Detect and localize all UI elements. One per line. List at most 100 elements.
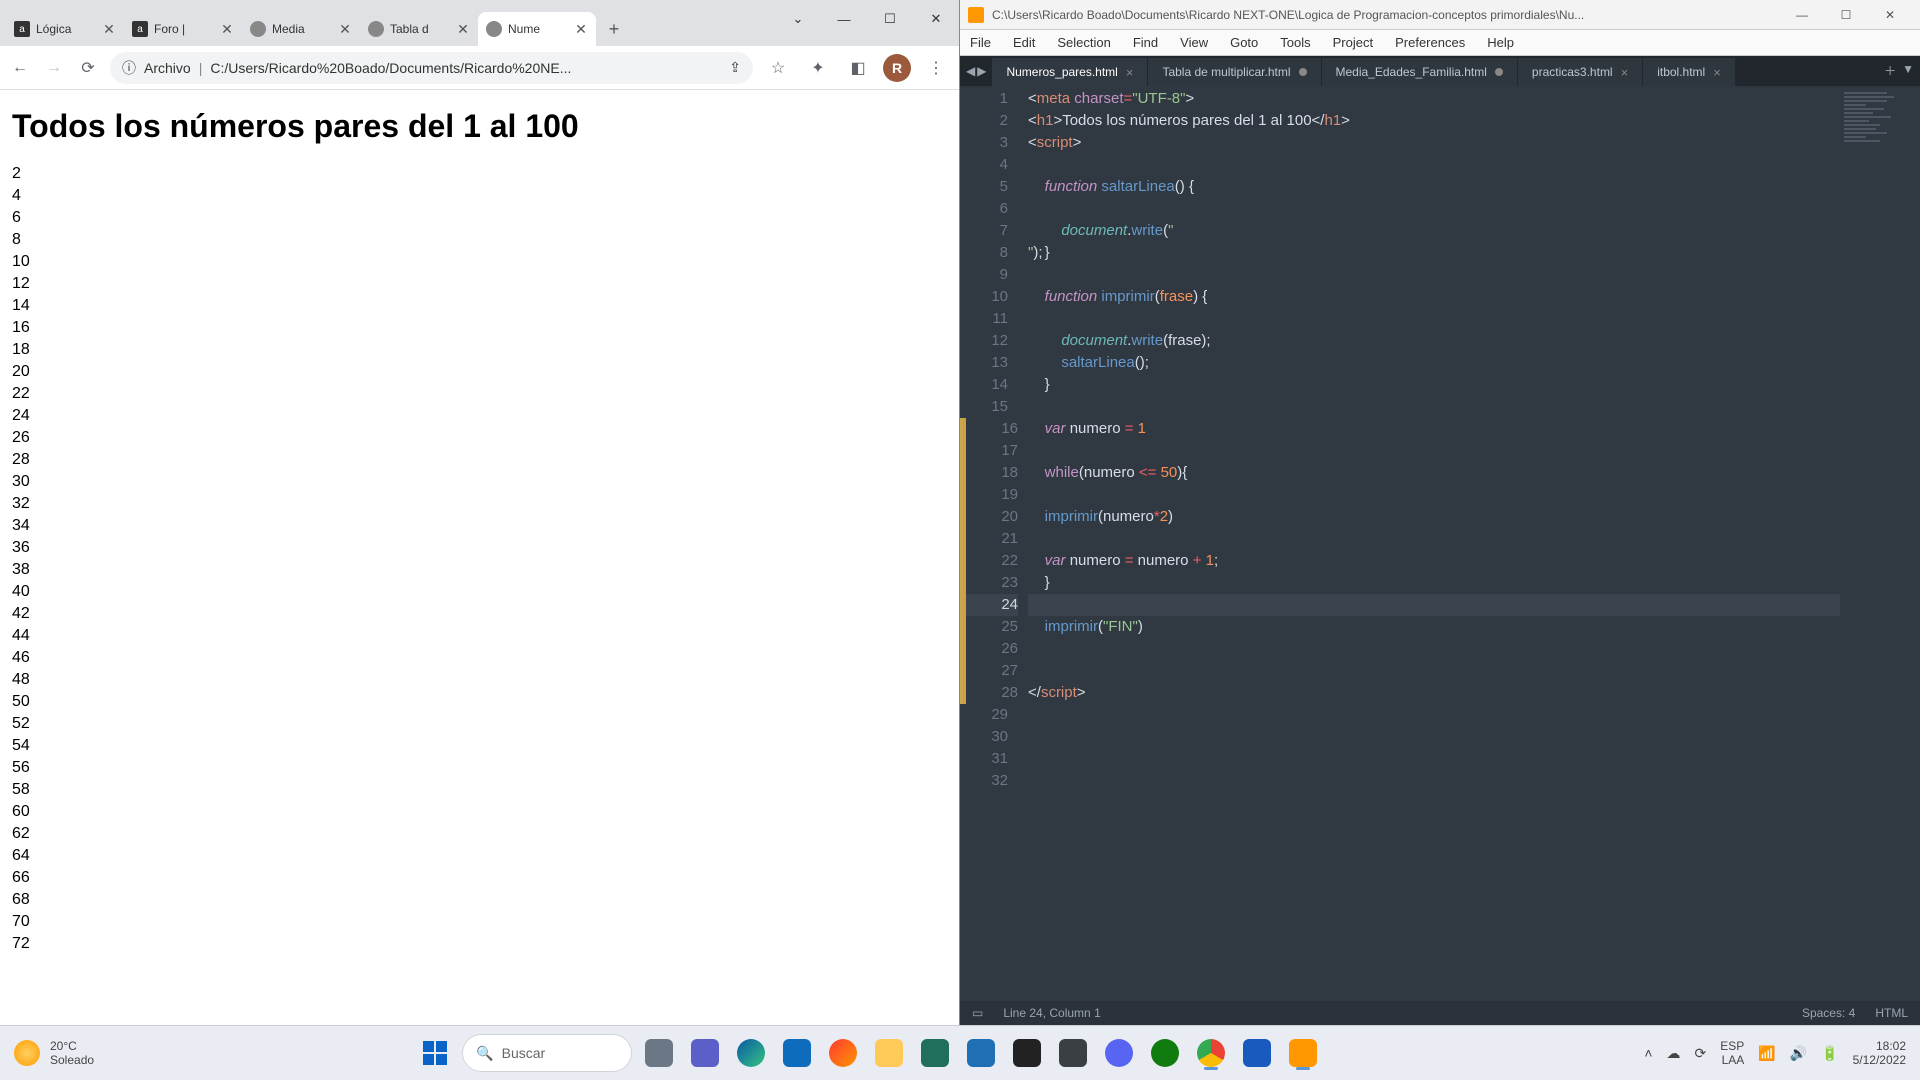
discord-icon[interactable]: [1100, 1034, 1138, 1072]
code-line[interactable]: [1028, 440, 1840, 462]
code-line[interactable]: [1028, 264, 1840, 286]
sidepanel-button[interactable]: ◧: [843, 53, 873, 83]
maximize-button[interactable]: ☐: [1824, 1, 1868, 29]
mail-icon[interactable]: [778, 1034, 816, 1072]
code-line[interactable]: </script>: [1028, 682, 1840, 704]
code-line[interactable]: imprimir(numero*2): [1028, 506, 1840, 528]
close-button[interactable]: ✕: [1868, 1, 1912, 29]
code-line[interactable]: }: [1028, 242, 1840, 264]
tab-close-icon[interactable]: ×: [1126, 65, 1134, 80]
tab-add-icon[interactable]: ＋: [1884, 62, 1896, 79]
word-icon[interactable]: [1238, 1034, 1276, 1072]
wifi-icon[interactable]: 📶: [1758, 1045, 1775, 1062]
task-view-icon[interactable]: [640, 1034, 678, 1072]
menu-item-selection[interactable]: Selection: [1057, 35, 1110, 50]
code-line[interactable]: [1028, 484, 1840, 506]
profile-avatar[interactable]: R: [883, 54, 911, 82]
app-icon-1[interactable]: [916, 1034, 954, 1072]
tray-chevron-icon[interactable]: ˄: [1644, 1045, 1652, 1061]
editor-tab[interactable]: itbol.html×: [1643, 58, 1736, 86]
minimap[interactable]: [1840, 86, 1920, 1001]
clock[interactable]: 18:025/12/2022: [1853, 1039, 1906, 1067]
code-line[interactable]: [1028, 396, 1840, 418]
minimize-button[interactable]: —: [821, 0, 867, 38]
code-line[interactable]: [1028, 154, 1840, 176]
code-line[interactable]: [1028, 638, 1840, 660]
minimize-button[interactable]: —: [1780, 1, 1824, 29]
menu-item-tools[interactable]: Tools: [1280, 35, 1310, 50]
code-line[interactable]: [1028, 308, 1840, 330]
editor-tab[interactable]: Media_Edades_Familia.html: [1322, 58, 1518, 86]
menu-item-file[interactable]: File: [970, 35, 991, 50]
taskbar-search[interactable]: 🔍 Buscar: [462, 1034, 632, 1072]
editor-area[interactable]: 1234567891011121314151617181920212223242…: [960, 86, 1920, 1001]
edge-icon[interactable]: [732, 1034, 770, 1072]
volume-icon[interactable]: 🔊: [1790, 1045, 1807, 1062]
code-line[interactable]: document.write(frase);: [1028, 330, 1840, 352]
code-line[interactable]: document.write("");: [1028, 220, 1840, 242]
code-line[interactable]: [1028, 726, 1840, 748]
updates-icon[interactable]: ⟳: [1695, 1045, 1707, 1062]
new-tab-button[interactable]: +: [600, 15, 628, 43]
calculator-icon[interactable]: [1054, 1034, 1092, 1072]
share-icon[interactable]: ⇪: [729, 59, 741, 76]
code-line[interactable]: imprimir("FIN"): [1028, 616, 1840, 638]
tab-close-icon[interactable]: ✕: [574, 21, 588, 38]
maximize-button[interactable]: ☐: [867, 0, 913, 38]
xbox-icon[interactable]: [1146, 1034, 1184, 1072]
browser-tab[interactable]: Nume✕: [478, 12, 596, 46]
onedrive-icon[interactable]: ☁: [1667, 1045, 1681, 1062]
tab-close-icon[interactable]: ✕: [338, 21, 352, 38]
address-bar[interactable]: ⓘ Archivo | C:/Users/Ricardo%20Boado/Doc…: [110, 52, 753, 84]
firefox-icon[interactable]: [824, 1034, 862, 1072]
tab-close-icon[interactable]: ×: [1713, 65, 1721, 80]
editor-tab[interactable]: Tabla de multiplicar.html: [1148, 58, 1321, 86]
menu-item-edit[interactable]: Edit: [1013, 35, 1035, 50]
sublime-taskbar-icon[interactable]: [1284, 1034, 1322, 1072]
store-icon[interactable]: [962, 1034, 1000, 1072]
code-line[interactable]: [1028, 704, 1840, 726]
menu-item-goto[interactable]: Goto: [1230, 35, 1258, 50]
browser-tab[interactable]: Tabla d✕: [360, 12, 478, 46]
menu-item-help[interactable]: Help: [1487, 35, 1514, 50]
code-line[interactable]: [1028, 594, 1840, 616]
code-line[interactable]: [1028, 770, 1840, 792]
explorer-icon[interactable]: [870, 1034, 908, 1072]
chrome-taskbar-icon[interactable]: [1192, 1034, 1230, 1072]
code-line[interactable]: }: [1028, 374, 1840, 396]
tab-close-icon[interactable]: ✕: [456, 21, 470, 38]
notion-icon[interactable]: [1008, 1034, 1046, 1072]
language-indicator[interactable]: ESPLAA: [1720, 1039, 1744, 1067]
status-syntax[interactable]: HTML: [1875, 1006, 1908, 1020]
browser-tab[interactable]: aLógica✕: [6, 12, 124, 46]
menu-item-preferences[interactable]: Preferences: [1395, 35, 1465, 50]
code-line[interactable]: while(numero <= 50){: [1028, 462, 1840, 484]
code-line[interactable]: function imprimir(frase) {: [1028, 286, 1840, 308]
forward-button[interactable]: →: [42, 56, 66, 80]
menu-button[interactable]: ⋮: [921, 53, 951, 83]
extensions-button[interactable]: ✦: [803, 53, 833, 83]
tab-menu-icon[interactable]: ▼: [1902, 62, 1914, 79]
status-spaces[interactable]: Spaces: 4: [1802, 1006, 1855, 1020]
tab-forward-icon[interactable]: ▶: [977, 64, 986, 78]
tab-back-icon[interactable]: ◀: [966, 64, 975, 78]
code-line[interactable]: saltarLinea();: [1028, 352, 1840, 374]
teams-icon[interactable]: [686, 1034, 724, 1072]
tab-close-icon[interactable]: ✕: [102, 21, 116, 38]
code-line[interactable]: <h1>Todos los números pares del 1 al 100…: [1028, 110, 1840, 132]
editor-tab[interactable]: Numeros_pares.html×: [992, 58, 1148, 86]
code-line[interactable]: <meta charset="UTF-8">: [1028, 88, 1840, 110]
browser-tab[interactable]: aForo |✕: [124, 12, 242, 46]
code-line[interactable]: function saltarLinea() {: [1028, 176, 1840, 198]
code-line[interactable]: var numero = numero + 1;: [1028, 550, 1840, 572]
weather-widget[interactable]: 20°C Soleado: [14, 1039, 94, 1067]
code-line[interactable]: }: [1028, 572, 1840, 594]
code-area[interactable]: <meta charset="UTF-8"><h1>Todos los núme…: [1018, 86, 1840, 1001]
code-line[interactable]: <script>: [1028, 132, 1840, 154]
code-line[interactable]: var numero = 1: [1028, 418, 1840, 440]
code-line[interactable]: [1028, 198, 1840, 220]
code-line[interactable]: [1028, 528, 1840, 550]
reload-button[interactable]: ⟳: [76, 56, 100, 80]
start-button[interactable]: [416, 1034, 454, 1072]
code-line[interactable]: [1028, 660, 1840, 682]
